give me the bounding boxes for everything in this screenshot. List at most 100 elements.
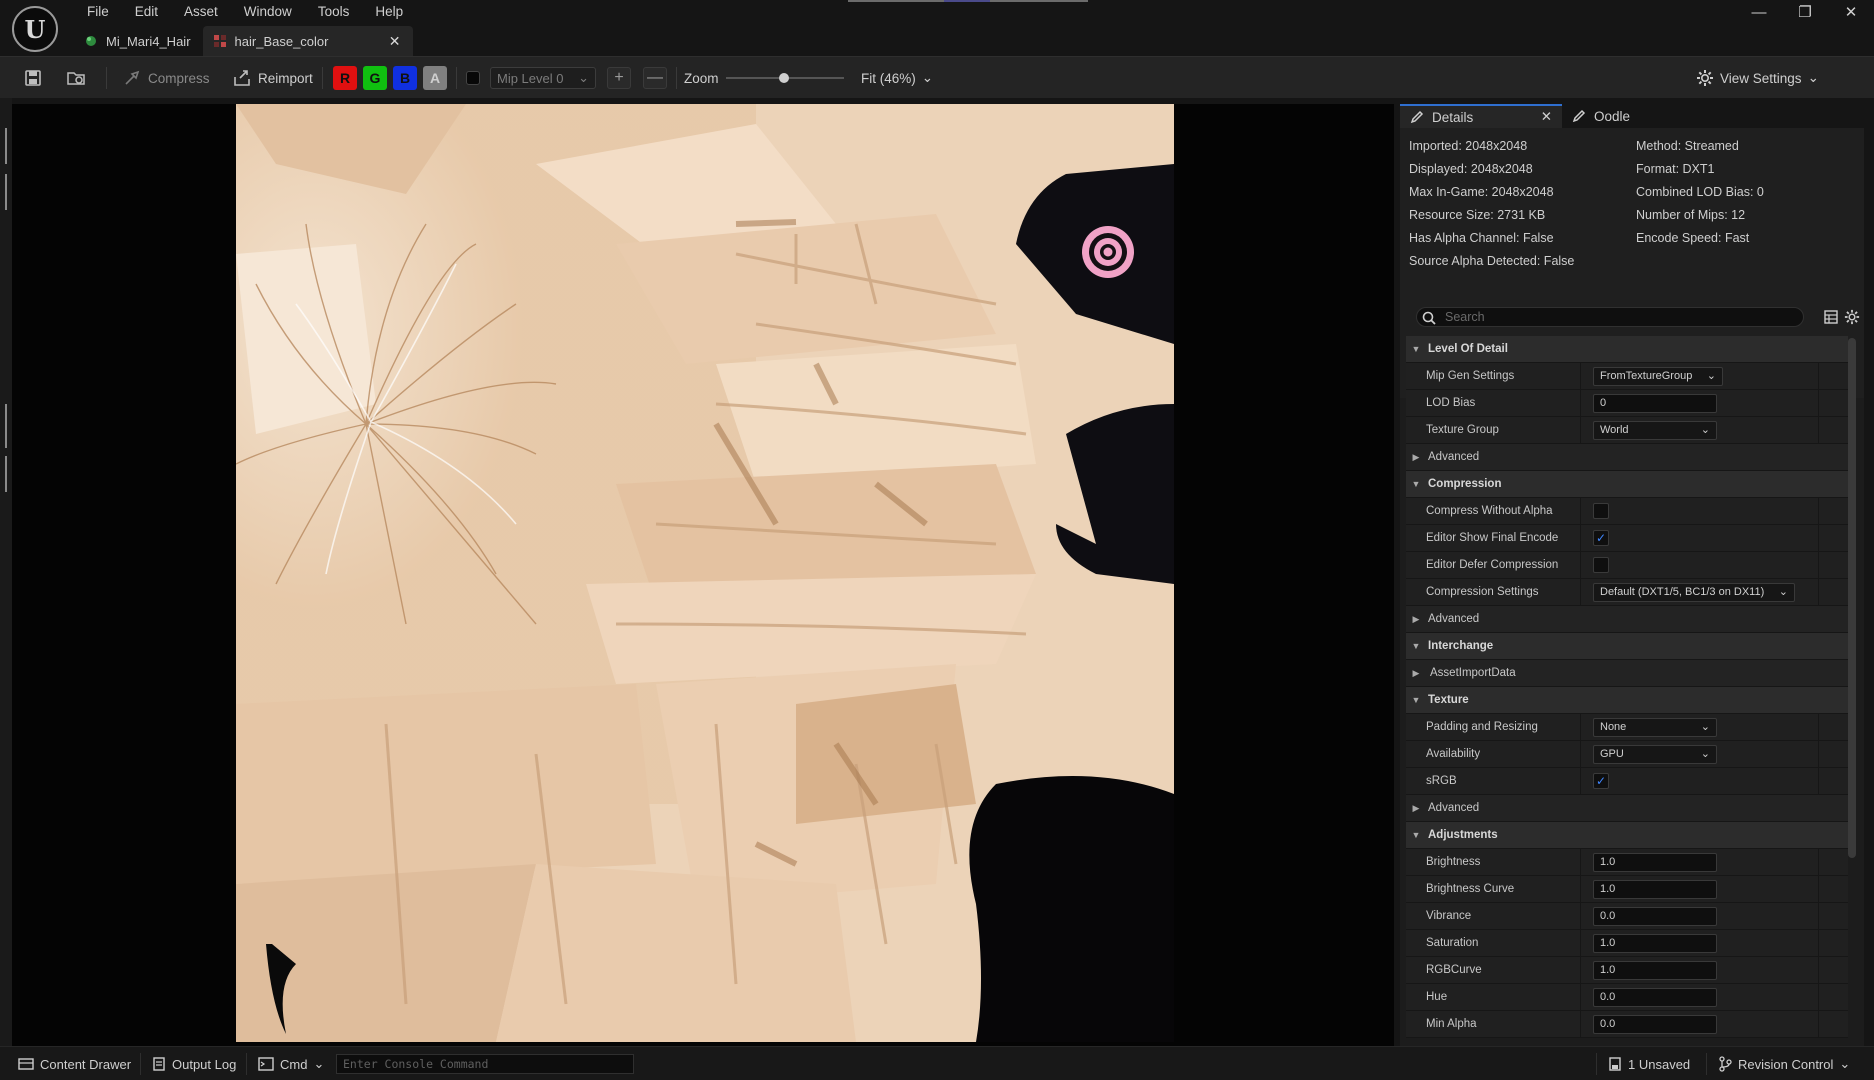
collapse-arrow-icon[interactable]: ▼	[1406, 344, 1426, 354]
browse-asset-icon[interactable]	[66, 57, 86, 99]
channel-g-button[interactable]: G	[363, 66, 387, 90]
property-texture-group: Texture Group World ⌄	[1406, 417, 1848, 444]
unreal-logo-icon[interactable]: U	[12, 6, 58, 52]
revision-control-label: Revision Control	[1738, 1056, 1834, 1072]
collapse-arrow-icon[interactable]: ▼	[1406, 641, 1426, 651]
mip-color-swatch[interactable]	[466, 71, 480, 85]
stat-encode-speed: Encode Speed: Fast	[1636, 231, 1750, 245]
details-panel: Details ✕ Oodle Imported: 2048x2048 Disp…	[1400, 104, 1874, 1046]
document-tabs: Mi_Mari4_Hair hair_Base_color ✕	[74, 26, 413, 56]
expand-arrow-icon[interactable]: ▶	[1406, 668, 1426, 679]
channel-r-button[interactable]: R	[333, 66, 357, 90]
subcategory-advanced[interactable]: ▶ Advanced	[1406, 795, 1848, 822]
compression-settings-dropdown[interactable]: Default (DXT1/5, BC1/3 on DX11) ⌄	[1593, 583, 1795, 602]
title-drag-accent-blue	[944, 0, 990, 2]
status-separator	[1596, 1053, 1597, 1075]
stat-has-alpha: Has Alpha Channel: False	[1409, 231, 1554, 245]
cmd-dropdown[interactable]: Cmd ⌄	[258, 1047, 324, 1080]
min-alpha-input[interactable]: 0.0	[1593, 1015, 1717, 1034]
vibrance-input[interactable]: 0.0	[1593, 907, 1717, 926]
padding-and-resizing-dropdown[interactable]: None ⌄	[1593, 718, 1717, 737]
editor-show-final-encode-checkbox[interactable]: ✓	[1593, 530, 1609, 546]
srgb-checkbox[interactable]: ✓	[1593, 773, 1609, 789]
close-tab-icon[interactable]: ✕	[389, 33, 401, 50]
menu-asset[interactable]: Asset	[171, 3, 231, 21]
reimport-button[interactable]: Reimport	[232, 57, 313, 99]
menu-tools[interactable]: Tools	[305, 3, 363, 21]
channel-a-button[interactable]: A	[423, 66, 447, 90]
compress-without-alpha-checkbox[interactable]	[1593, 503, 1609, 519]
menu-file[interactable]: File	[74, 3, 122, 21]
close-tab-icon[interactable]: ✕	[1541, 109, 1552, 125]
collapse-arrow-icon[interactable]: ▼	[1406, 479, 1426, 489]
output-log-button[interactable]: Output Log	[152, 1047, 236, 1080]
expand-arrow-icon[interactable]: ▶	[1406, 614, 1426, 625]
view-settings-button[interactable]: View Settings ⌄	[1696, 57, 1819, 99]
table-view-icon[interactable]	[1824, 310, 1838, 324]
revision-control-button[interactable]: Revision Control ⌄	[1718, 1047, 1850, 1080]
menu-window[interactable]: Window	[231, 3, 305, 21]
console-command-input[interactable]: Enter Console Command	[336, 1054, 634, 1074]
mip-level-dropdown[interactable]: Mip Level 0 ⌄	[490, 67, 596, 89]
texture-icon	[213, 35, 226, 47]
status-separator	[246, 1053, 247, 1075]
expand-arrow-icon[interactable]: ▶	[1406, 803, 1426, 814]
collapse-arrow-icon[interactable]: ▼	[1406, 830, 1426, 840]
menu-help[interactable]: Help	[362, 3, 416, 21]
category-compression[interactable]: ▼ Compression	[1406, 471, 1848, 498]
category-adjustments[interactable]: ▼ Adjustments	[1406, 822, 1848, 849]
unsaved-label: 1 Unsaved	[1628, 1056, 1691, 1072]
property-mip-gen-settings: Mip Gen Settings FromTextureGroup ⌄	[1406, 363, 1848, 390]
fit-dropdown[interactable]: Fit (46%) ⌄	[861, 57, 933, 99]
terminal-icon	[258, 1057, 274, 1071]
tab-label: Mi_Mari4_Hair	[106, 33, 191, 49]
chevron-down-icon: ⌄	[1700, 424, 1710, 436]
minimize-icon[interactable]: —	[1736, 0, 1782, 24]
dock-marker	[5, 174, 7, 210]
gear-icon[interactable]	[1844, 309, 1860, 325]
brightness-curve-input[interactable]: 1.0	[1593, 880, 1717, 899]
tab-hair-base-color[interactable]: hair_Base_color ✕	[202, 26, 413, 56]
tab-details[interactable]: Details ✕	[1400, 104, 1562, 128]
collapse-arrow-icon[interactable]: ▼	[1406, 695, 1426, 705]
property-saturation: Saturation 1.0	[1406, 930, 1848, 957]
availability-dropdown[interactable]: GPU ⌄	[1593, 745, 1717, 764]
zoom-slider-handle[interactable]	[779, 73, 789, 83]
lod-bias-input[interactable]: 0	[1593, 394, 1717, 413]
content-drawer-button[interactable]: Content Drawer	[18, 1047, 131, 1080]
texture-group-dropdown[interactable]: World ⌄	[1593, 421, 1717, 440]
unsaved-button[interactable]: 1 Unsaved	[1608, 1047, 1690, 1080]
subcategory-advanced[interactable]: ▶ Advanced	[1406, 606, 1848, 633]
close-window-icon[interactable]: ✕	[1828, 0, 1874, 24]
mip-gen-settings-dropdown[interactable]: FromTextureGroup ⌄	[1593, 367, 1723, 386]
tab-oodle[interactable]: Oodle	[1562, 104, 1640, 128]
mip-increase-button[interactable]: +	[607, 67, 631, 89]
details-search-input[interactable]: Search	[1416, 307, 1804, 327]
toolbar-separator	[456, 67, 457, 89]
rgbcurve-input[interactable]: 1.0	[1593, 961, 1717, 980]
mip-level-label: Mip Level 0	[497, 70, 564, 86]
compress-button[interactable]: Compress	[124, 57, 210, 99]
property-asset-import-data[interactable]: ▶ AssetImportData	[1406, 660, 1848, 687]
details-scrollbar[interactable]	[1848, 338, 1856, 858]
hue-input[interactable]: 0.0	[1593, 988, 1717, 1007]
tab-label: hair_Base_color	[234, 33, 329, 49]
tab-mi-mari4-hair[interactable]: Mi_Mari4_Hair	[74, 26, 203, 56]
editor-defer-compression-checkbox[interactable]	[1593, 557, 1609, 573]
brightness-input[interactable]: 1.0	[1593, 853, 1717, 872]
mip-decrease-button[interactable]: —	[643, 67, 667, 89]
view-settings-label: View Settings	[1720, 70, 1802, 86]
subcategory-advanced[interactable]: ▶ Advanced	[1406, 444, 1848, 471]
material-instance-icon	[86, 36, 96, 46]
menu-edit[interactable]: Edit	[122, 3, 171, 21]
category-level-of-detail[interactable]: ▼ Level Of Detail	[1406, 336, 1848, 363]
saturation-input[interactable]: 1.0	[1593, 934, 1717, 953]
title-bar: U File Edit Asset Window Tools Help — ❐ …	[0, 0, 1874, 56]
expand-arrow-icon[interactable]: ▶	[1406, 452, 1426, 463]
restore-icon[interactable]: ❐	[1782, 0, 1828, 24]
save-icon[interactable]	[24, 57, 42, 99]
category-texture[interactable]: ▼ Texture	[1406, 687, 1848, 714]
category-interchange[interactable]: ▼ Interchange	[1406, 633, 1848, 660]
content-drawer-icon	[18, 1058, 34, 1070]
channel-b-button[interactable]: B	[393, 66, 417, 90]
